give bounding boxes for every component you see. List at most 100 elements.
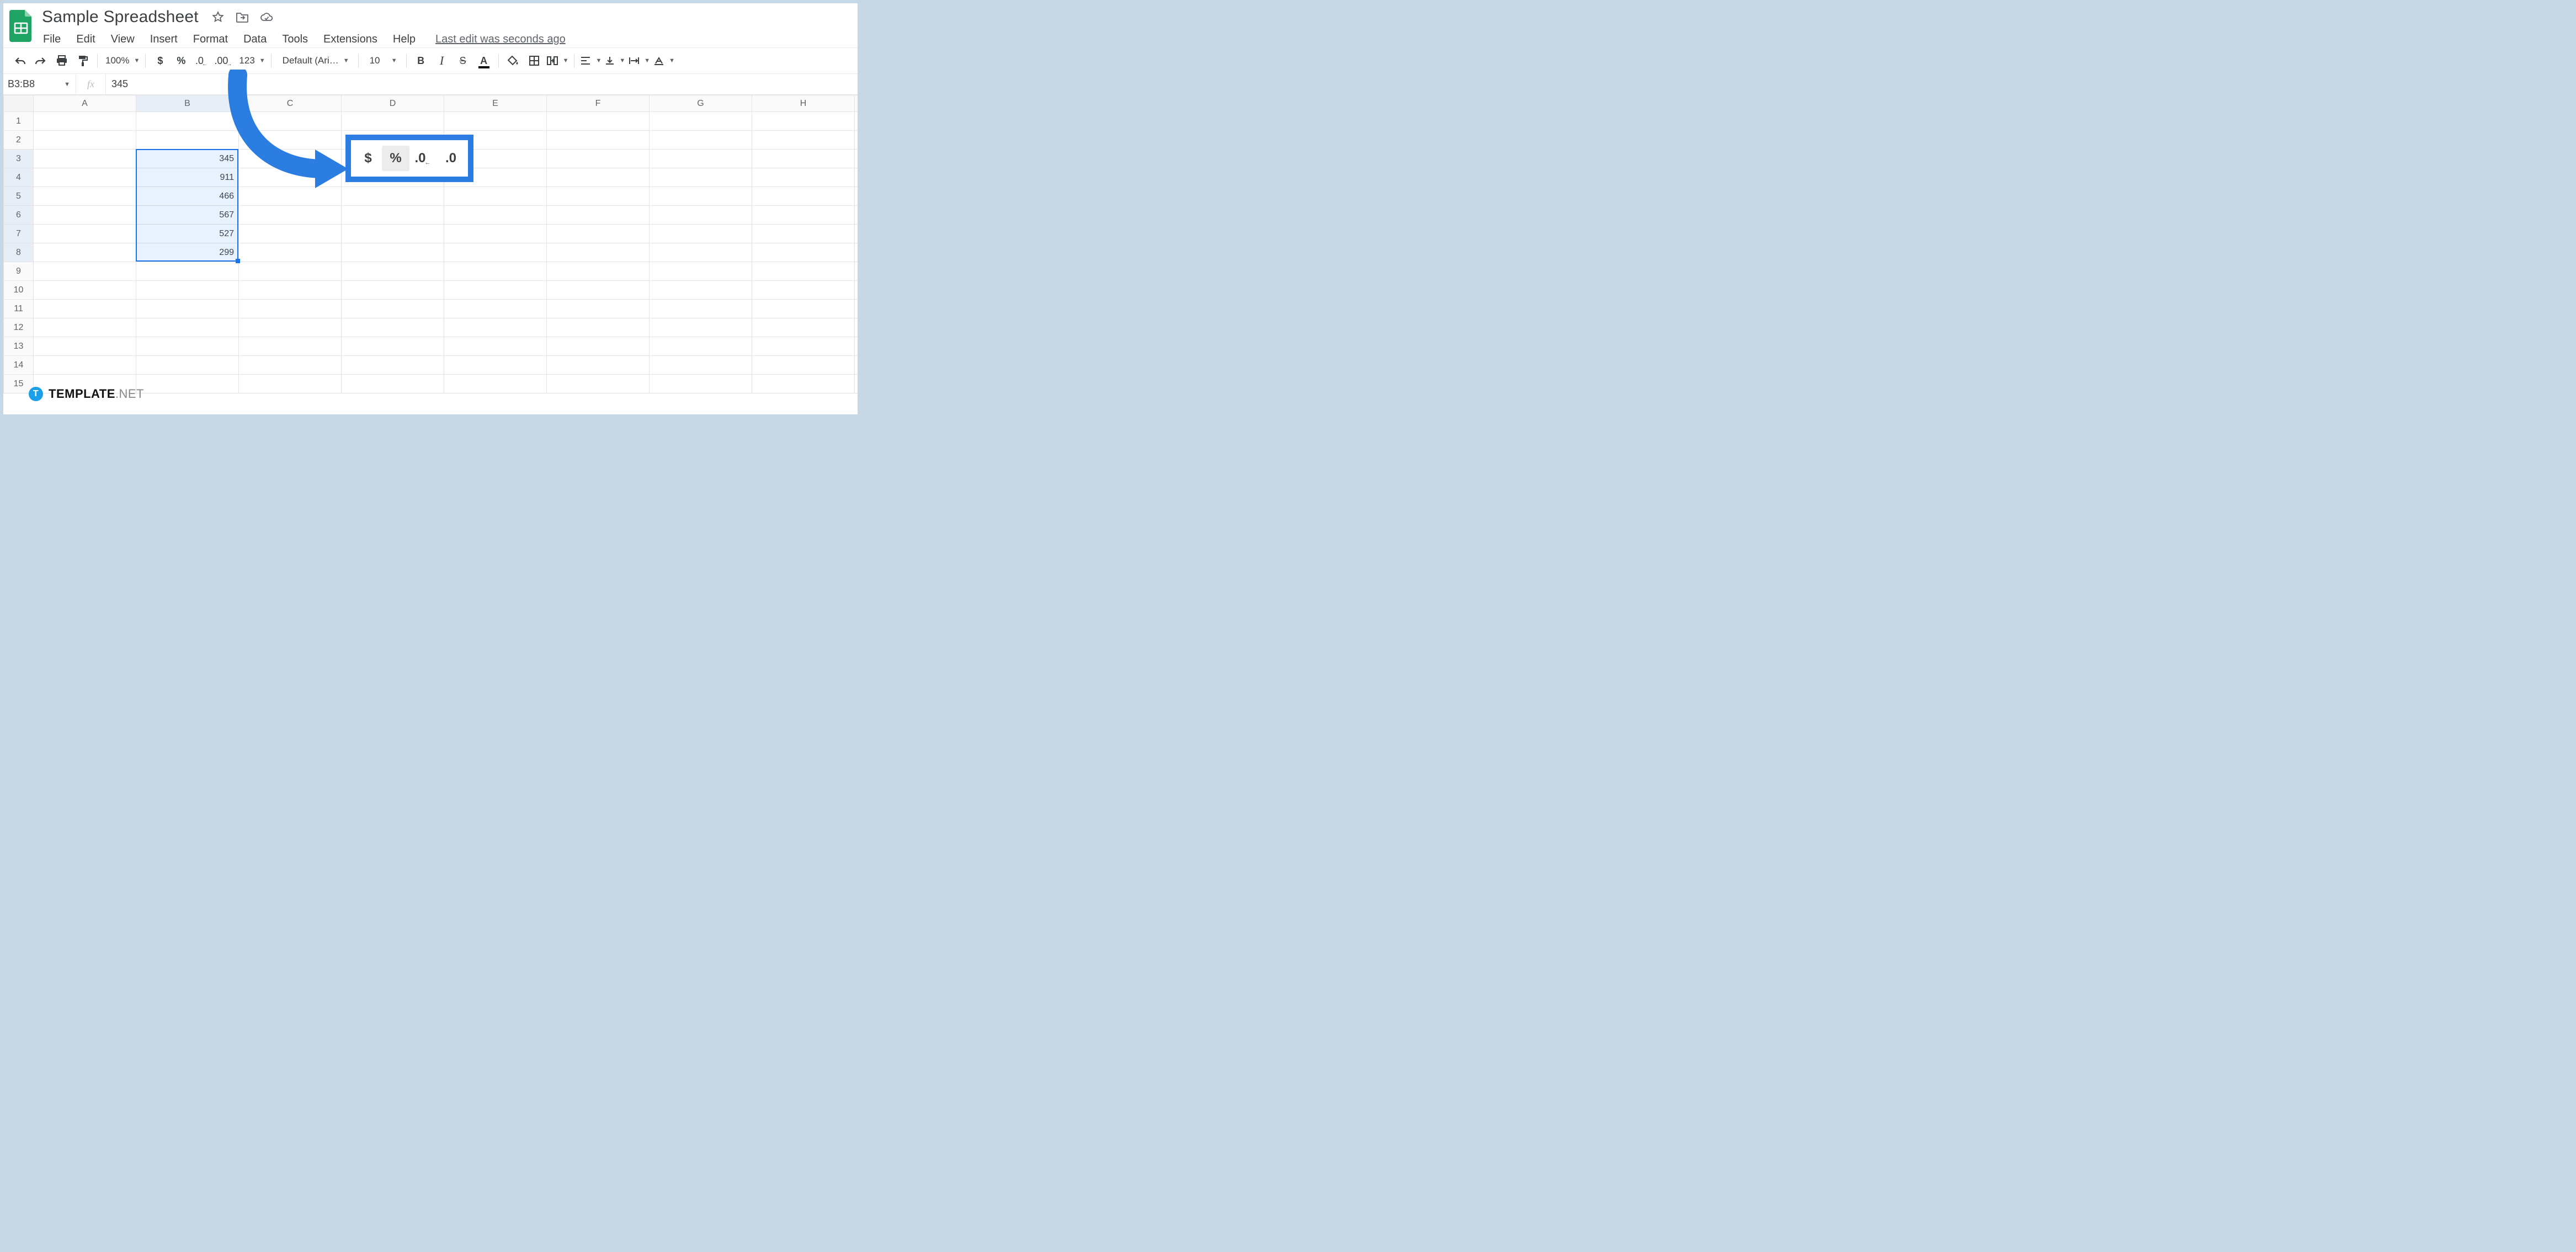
cell[interactable]: [34, 262, 136, 281]
cell[interactable]: [239, 206, 342, 225]
cell[interactable]: [239, 187, 342, 206]
cell[interactable]: [444, 375, 547, 393]
cell[interactable]: [752, 112, 855, 131]
col-header-D[interactable]: D: [342, 95, 444, 112]
cell[interactable]: [136, 375, 239, 393]
row-header[interactable]: 13: [4, 337, 34, 356]
cell[interactable]: [547, 206, 650, 225]
cell[interactable]: [650, 187, 752, 206]
cell[interactable]: [239, 375, 342, 393]
borders-button[interactable]: [525, 52, 543, 70]
cell[interactable]: [650, 225, 752, 243]
cell[interactable]: [855, 356, 858, 375]
cell[interactable]: [342, 206, 444, 225]
cell[interactable]: 567: [136, 206, 239, 225]
row-header[interactable]: 14: [4, 356, 34, 375]
cell[interactable]: [855, 281, 858, 300]
cell[interactable]: [342, 262, 444, 281]
cell[interactable]: [855, 337, 858, 356]
col-header-A[interactable]: A: [34, 95, 136, 112]
cell[interactable]: [650, 168, 752, 187]
callout-increase-decimal-button[interactable]: .0: [437, 146, 465, 171]
cell[interactable]: [752, 131, 855, 150]
menu-data[interactable]: Data: [242, 32, 268, 47]
cell[interactable]: [855, 112, 858, 131]
cell[interactable]: [136, 300, 239, 318]
row-header[interactable]: 6: [4, 206, 34, 225]
fill-color-button[interactable]: [504, 52, 522, 70]
col-header-C[interactable]: C: [239, 95, 342, 112]
cell[interactable]: [855, 150, 858, 168]
cell[interactable]: [855, 318, 858, 337]
cell[interactable]: [342, 225, 444, 243]
bold-button[interactable]: B: [412, 52, 430, 70]
cell[interactable]: [650, 262, 752, 281]
row-header[interactable]: 9: [4, 262, 34, 281]
cell[interactable]: [34, 300, 136, 318]
cell[interactable]: [547, 281, 650, 300]
cell[interactable]: [342, 356, 444, 375]
cell[interactable]: [239, 225, 342, 243]
cell[interactable]: [239, 150, 342, 168]
cell[interactable]: 299: [136, 243, 239, 262]
cell[interactable]: [547, 131, 650, 150]
menu-view[interactable]: View: [110, 32, 136, 47]
cell[interactable]: [34, 187, 136, 206]
format-percent-button[interactable]: %: [172, 52, 190, 70]
cell[interactable]: [752, 187, 855, 206]
cell[interactable]: [547, 300, 650, 318]
text-rotation-dropdown[interactable]: ▼: [653, 56, 675, 66]
col-header-F[interactable]: F: [547, 95, 650, 112]
cell[interactable]: [752, 243, 855, 262]
font-family-dropdown[interactable]: Default (Ari… ▼: [277, 55, 353, 66]
cell[interactable]: [444, 262, 547, 281]
menu-format[interactable]: Format: [192, 32, 229, 47]
cell[interactable]: [650, 131, 752, 150]
cell[interactable]: [650, 243, 752, 262]
col-header-H[interactable]: H: [752, 95, 855, 112]
col-header-I[interactable]: I: [855, 95, 858, 112]
last-edit-link[interactable]: Last edit was seconds ago: [435, 33, 566, 46]
cell[interactable]: [136, 337, 239, 356]
cell[interactable]: [34, 337, 136, 356]
cell[interactable]: [239, 300, 342, 318]
row-header[interactable]: 1: [4, 112, 34, 131]
row-header[interactable]: 12: [4, 318, 34, 337]
cell[interactable]: [342, 112, 444, 131]
cell[interactable]: [444, 112, 547, 131]
cell[interactable]: [239, 131, 342, 150]
row-header[interactable]: 7: [4, 225, 34, 243]
sheets-app-icon[interactable]: [9, 10, 34, 42]
col-header-B[interactable]: B: [136, 95, 239, 112]
cell[interactable]: [855, 300, 858, 318]
cell[interactable]: [752, 300, 855, 318]
cell[interactable]: 527: [136, 225, 239, 243]
star-icon[interactable]: [211, 10, 225, 24]
cell[interactable]: [239, 112, 342, 131]
cell[interactable]: [752, 281, 855, 300]
undo-icon[interactable]: [11, 52, 29, 70]
vertical-align-dropdown[interactable]: ▼: [605, 56, 625, 66]
cell[interactable]: [547, 375, 650, 393]
cell[interactable]: [342, 243, 444, 262]
cell[interactable]: [752, 337, 855, 356]
cell[interactable]: [34, 225, 136, 243]
menu-help[interactable]: Help: [392, 32, 417, 47]
col-header-E[interactable]: E: [444, 95, 547, 112]
cell[interactable]: [650, 375, 752, 393]
paint-format-icon[interactable]: [74, 52, 92, 70]
cell[interactable]: [34, 112, 136, 131]
print-icon[interactable]: [53, 52, 71, 70]
move-folder-icon[interactable]: [235, 10, 249, 24]
cell[interactable]: [547, 150, 650, 168]
cell[interactable]: [547, 318, 650, 337]
menu-insert[interactable]: Insert: [149, 32, 179, 47]
cell[interactable]: [239, 281, 342, 300]
cell[interactable]: [650, 318, 752, 337]
more-formats-dropdown[interactable]: 123 ▼: [237, 55, 265, 66]
cell[interactable]: [34, 318, 136, 337]
cell[interactable]: [444, 187, 547, 206]
format-currency-button[interactable]: $: [151, 52, 169, 70]
cell[interactable]: [650, 112, 752, 131]
row-header[interactable]: 3: [4, 150, 34, 168]
